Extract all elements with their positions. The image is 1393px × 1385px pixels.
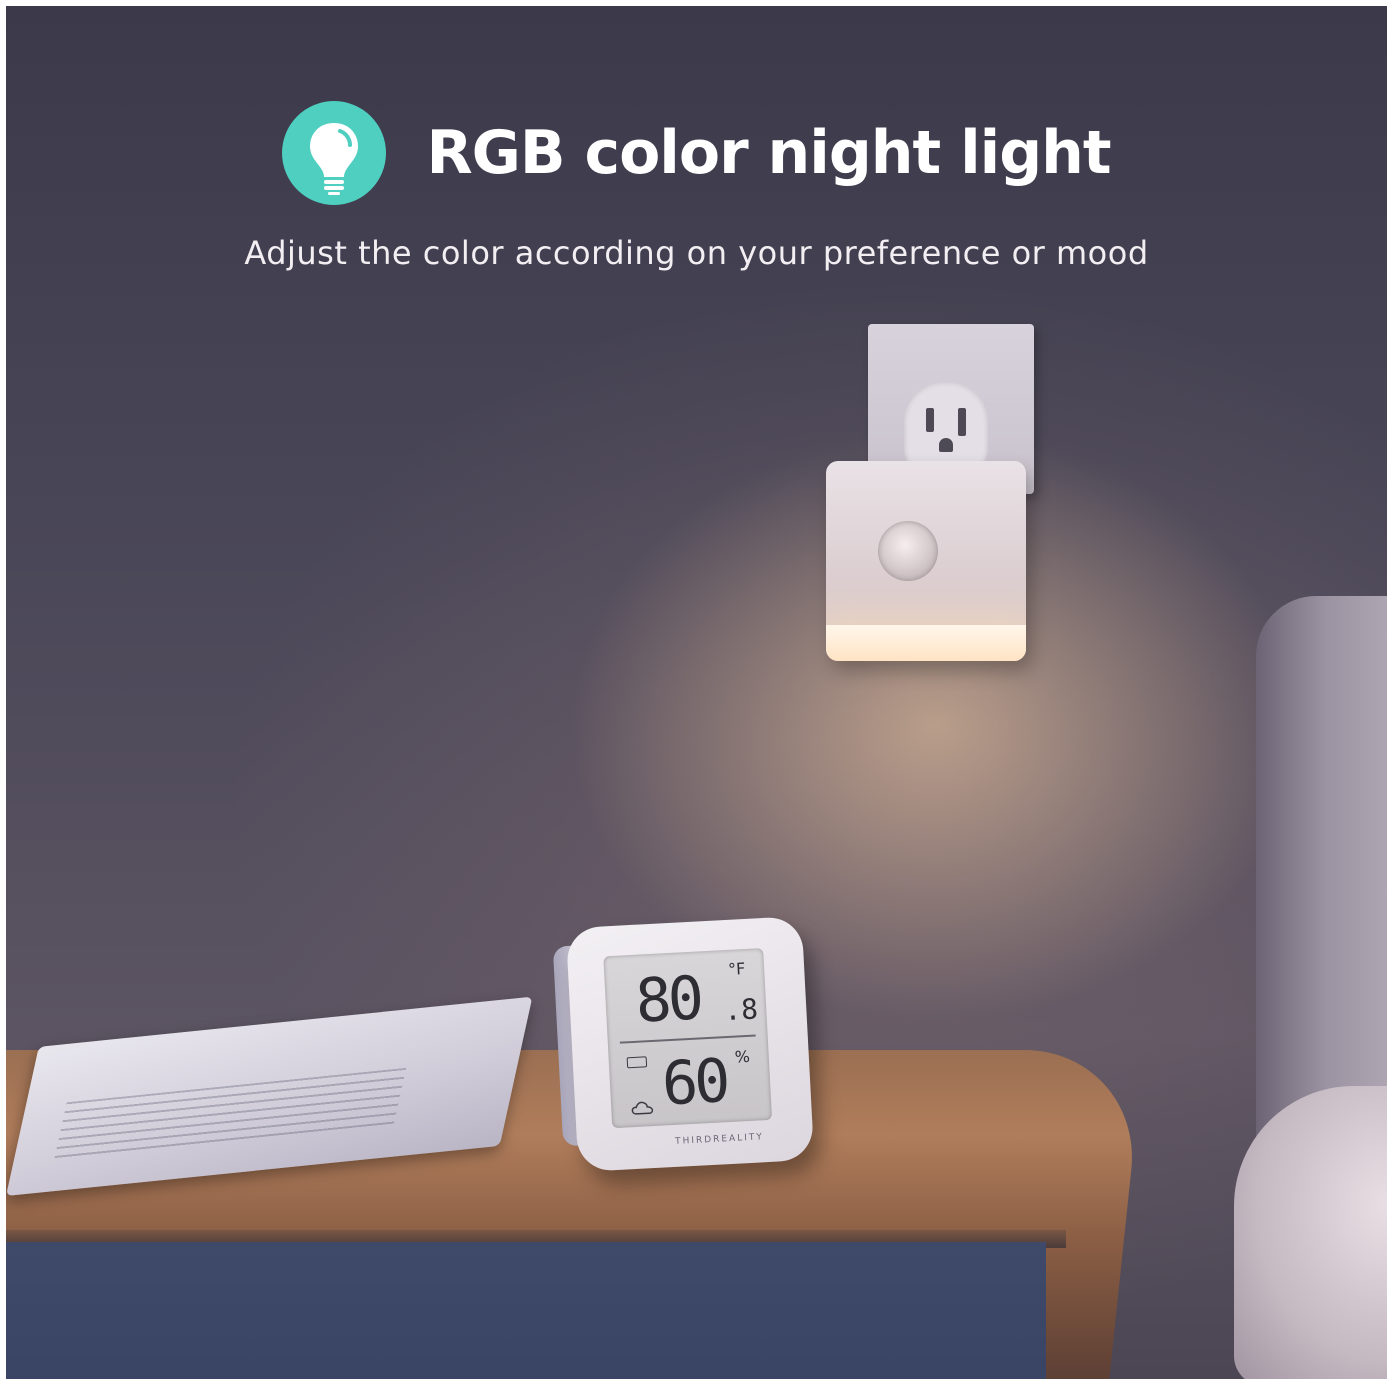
light-strip [826, 625, 1026, 661]
subtitle: Adjust the color according on your prefe… [244, 234, 1149, 272]
night-light-device [826, 461, 1026, 661]
temperature-unit: °F [727, 959, 746, 979]
cloud-icon [631, 1101, 654, 1115]
motion-sensor [878, 521, 938, 581]
temperature-value: 80 [633, 963, 702, 1037]
headline: RGB color night light [6, 98, 1387, 208]
battery-icon [626, 1056, 648, 1069]
lcd-display: 80 °F .8 60 % [603, 948, 773, 1129]
product-image: RGB color night light Adjust the color a… [6, 6, 1387, 1379]
humidity-value: 60 [660, 1046, 729, 1120]
humidity-unit: % [734, 1046, 751, 1067]
brand-logo: THIRDREALITY [674, 1132, 765, 1147]
temperature-decimal: .8 [723, 992, 759, 1028]
thermometer-device: 80 °F .8 60 % THIRDREALITY [565, 915, 815, 1173]
lightbulb-icon [282, 101, 387, 205]
nightstand-front [6, 1242, 1046, 1379]
page-title: RGB color night light [426, 118, 1111, 188]
